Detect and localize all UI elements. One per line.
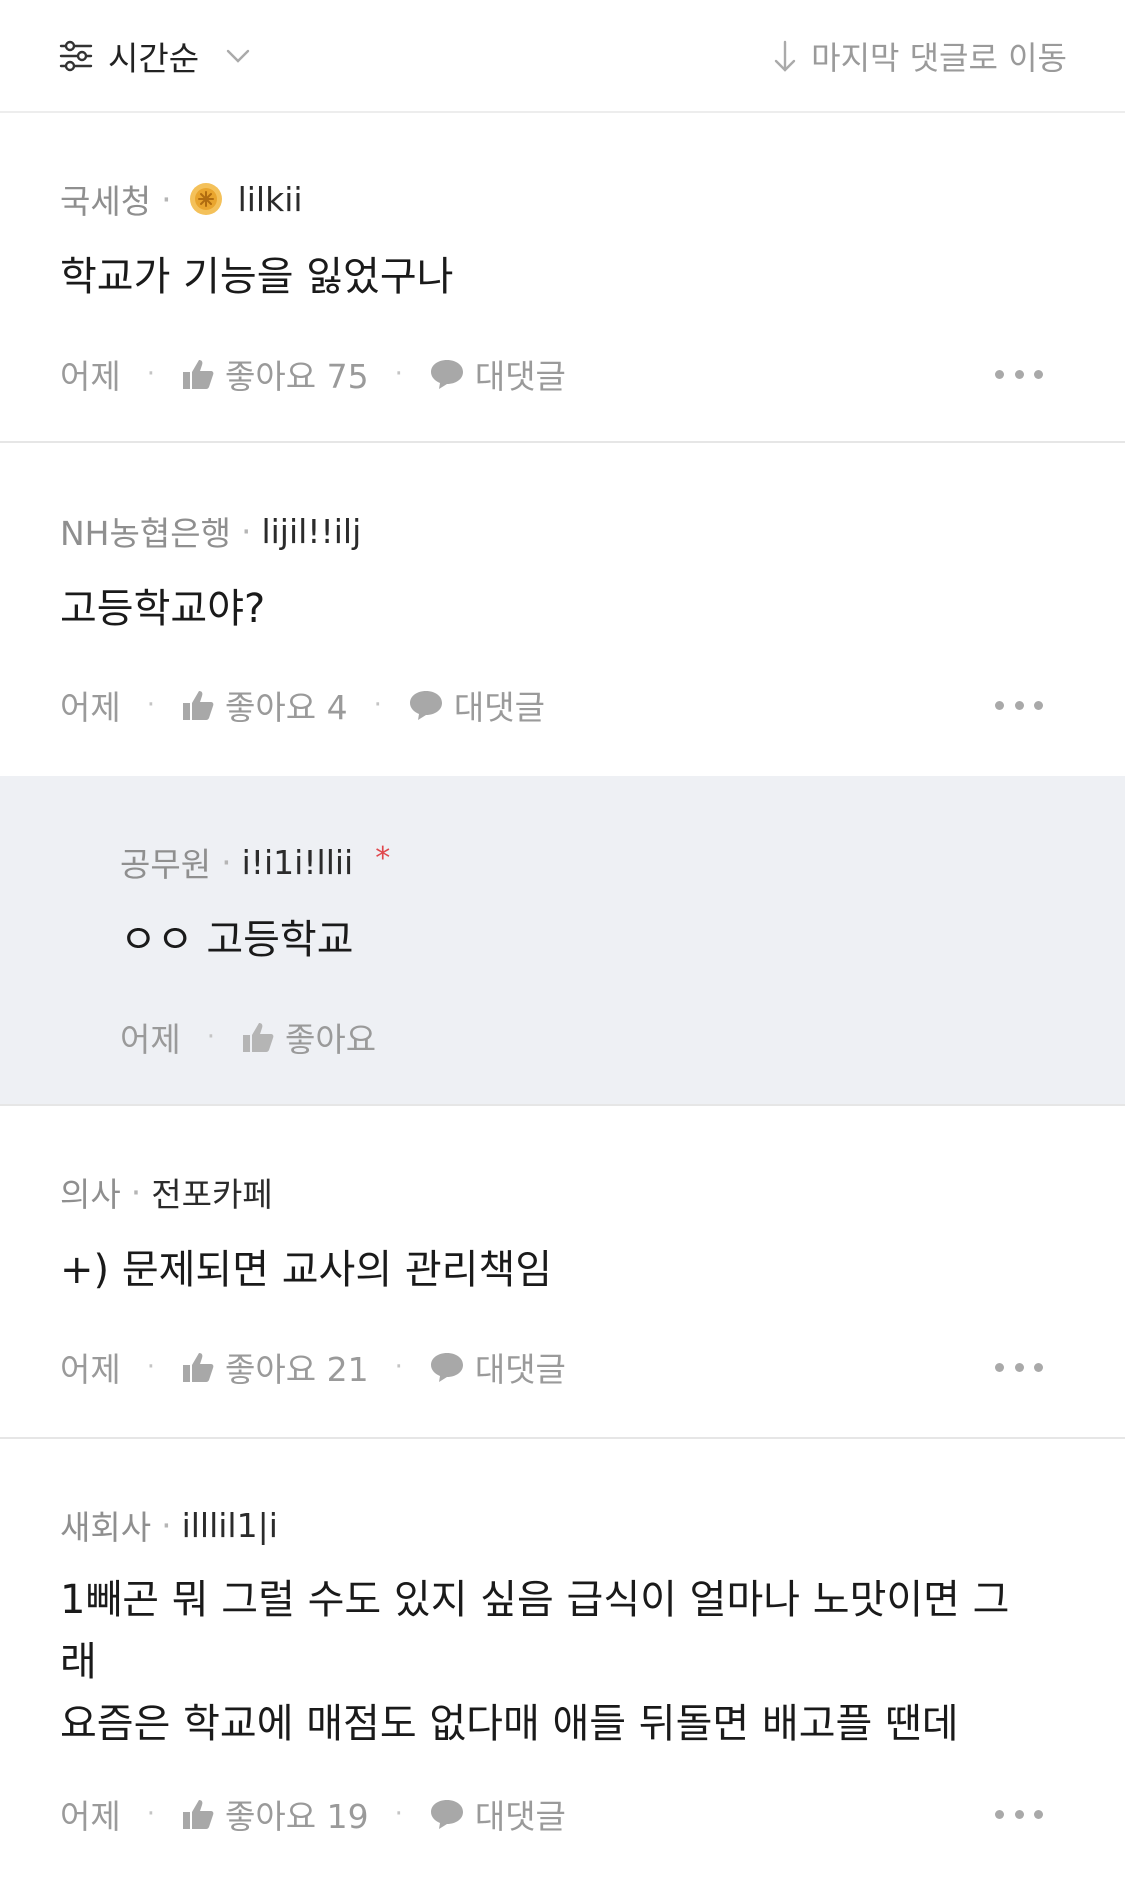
reply-bubble-icon[interactable] xyxy=(408,688,444,722)
reply-button[interactable]: 대댓글 xyxy=(475,1790,566,1838)
reply-button[interactable]: 대댓글 xyxy=(475,1343,566,1391)
comment-actions: 어제 · 좋아요 xyxy=(120,1015,376,1059)
thumbs-up-icon[interactable] xyxy=(181,357,215,391)
job-label: 국세청 xyxy=(60,182,152,221)
comment-item: 의사 · 전포카페 +) 문제되면 교사의 관리책임 어제 · 좋아요 21 ·… xyxy=(0,1106,1125,1439)
timestamp: 어제 xyxy=(60,1350,121,1389)
nickname[interactable]: lijil!!ilj xyxy=(261,512,361,551)
comment-text: 1빼곤 뭐 그럴 수도 있지 싶음 급식이 얼마나 노맛이면 그 래 요즘은 학… xyxy=(60,1569,1065,1755)
timestamp: 어제 xyxy=(60,1797,121,1836)
meta-separator: · xyxy=(161,1505,172,1545)
meta-separator: · xyxy=(221,842,232,882)
comment-meta: 의사 · 전포카페 xyxy=(60,1168,273,1216)
meta-separator: · xyxy=(240,511,252,551)
like-button[interactable]: 좋아요 4 xyxy=(225,681,348,729)
comment-item: NH농협은행 · lijil!!ilj 고등학교야? 어제 · 좋아요 4 · … xyxy=(0,443,1125,776)
comment-actions: 어제 · 좋아요 75 · 대댓글 xyxy=(60,352,566,396)
job-label: 공무원 xyxy=(120,845,212,884)
badge-icon xyxy=(189,183,222,215)
action-separator: · xyxy=(394,1799,403,1829)
sort-button[interactable]: 시간순 xyxy=(58,34,251,78)
action-separator: · xyxy=(146,359,155,389)
comment-text-line: 래 xyxy=(60,1639,97,1685)
comment-actions: 어제 · 좋아요 19 · 대댓글 xyxy=(60,1792,566,1836)
thumbs-up-icon[interactable] xyxy=(181,1350,215,1384)
job-label: 의사 xyxy=(60,1175,121,1214)
job-label: 새회사 xyxy=(60,1508,152,1547)
job-label: NH농협은행 xyxy=(60,514,231,553)
reply-button[interactable]: 대댓글 xyxy=(475,350,566,398)
action-separator: · xyxy=(394,359,403,389)
action-separator: · xyxy=(373,690,382,720)
jump-label: 마지막 댓글로 이동 xyxy=(811,39,1067,77)
more-options-icon[interactable] xyxy=(995,368,1043,380)
action-separator: · xyxy=(146,1799,155,1829)
comment-actions: 어제 · 좋아요 4 · 대댓글 xyxy=(60,683,545,727)
comment-text-line: 요즘은 학교에 매점도 없다매 애들 뒤돌면 배고플 땐데 xyxy=(60,1701,959,1747)
timestamp: 어제 xyxy=(120,1020,181,1059)
nickname[interactable]: i!i1i!llii xyxy=(242,843,354,882)
thumbs-up-icon[interactable] xyxy=(181,688,215,722)
comment-meta: NH농협은행 · lijil!!ilj xyxy=(60,509,361,554)
nickname[interactable]: lilkii xyxy=(238,180,303,219)
comment-item: 국세청 · lilkii 학교가 기능을 잃었구나 어제 · 좋아요 75 · … xyxy=(0,113,1125,443)
more-options-icon[interactable] xyxy=(995,1361,1043,1373)
comment-meta: 공무원 · i!i1i!llii * xyxy=(120,840,391,885)
comment-text: 고등학교야? xyxy=(60,586,266,632)
like-button[interactable]: 좋아요 19 xyxy=(225,1790,369,1838)
sort-label: 시간순 xyxy=(108,39,200,78)
meta-separator: · xyxy=(130,1172,142,1212)
action-separator: · xyxy=(146,1352,155,1382)
comment-actions: 어제 · 좋아요 21 · 대댓글 xyxy=(60,1345,566,1389)
comment-meta: 국세청 · lilkii xyxy=(60,177,303,222)
jump-to-last-comment-button[interactable]: 마지막 댓글로 이동 xyxy=(773,34,1067,78)
like-button[interactable]: 좋아요 75 xyxy=(225,350,369,398)
chevron-down-icon xyxy=(226,49,250,63)
like-button[interactable]: 좋아요 xyxy=(285,1013,376,1061)
comment-text-line: 1빼곤 뭐 그럴 수도 있지 싶음 급식이 얼마나 노맛이면 그 xyxy=(60,1577,1010,1623)
filter-icon xyxy=(59,40,93,72)
timestamp: 어제 xyxy=(60,357,121,396)
thumbs-up-icon[interactable] xyxy=(181,1797,215,1831)
timestamp: 어제 xyxy=(60,688,121,727)
reply-button[interactable]: 대댓글 xyxy=(454,681,545,729)
comment-text: 학교가 기능을 잃었구나 xyxy=(60,254,454,300)
action-separator: · xyxy=(206,1022,215,1052)
nickname[interactable]: 전포카페 xyxy=(151,1168,272,1216)
comment-text: +) 문제되면 교사의 관리책임 xyxy=(60,1247,553,1293)
meta-separator: · xyxy=(161,179,172,219)
comment-toolbar: 시간순 마지막 댓글로 이동 xyxy=(0,0,1125,113)
action-separator: · xyxy=(394,1352,403,1382)
more-options-icon[interactable] xyxy=(995,1808,1043,1820)
like-button[interactable]: 좋아요 21 xyxy=(225,1343,369,1391)
more-options-icon[interactable] xyxy=(995,699,1043,711)
comment-text: ㅇㅇ 고등학교 xyxy=(120,917,354,963)
action-separator: · xyxy=(146,690,155,720)
arrow-down-icon xyxy=(774,40,796,72)
reply-bubble-icon[interactable] xyxy=(429,357,465,391)
reply-bubble-icon[interactable] xyxy=(429,1797,465,1831)
reply-item: 공무원 · i!i1i!llii * ㅇㅇ 고등학교 어제 · 좋아요 xyxy=(0,776,1125,1106)
comment-meta: 새회사 · illlil1|i xyxy=(60,1503,278,1548)
comment-item: 새회사 · illlil1|i 1빼곤 뭐 그럴 수도 있지 싶음 급식이 얼마… xyxy=(0,1439,1125,1877)
nickname[interactable]: illlil1|i xyxy=(182,1506,278,1545)
reply-bubble-icon[interactable] xyxy=(429,1350,465,1384)
author-mark: * xyxy=(375,840,391,876)
thumbs-up-icon[interactable] xyxy=(241,1020,275,1054)
